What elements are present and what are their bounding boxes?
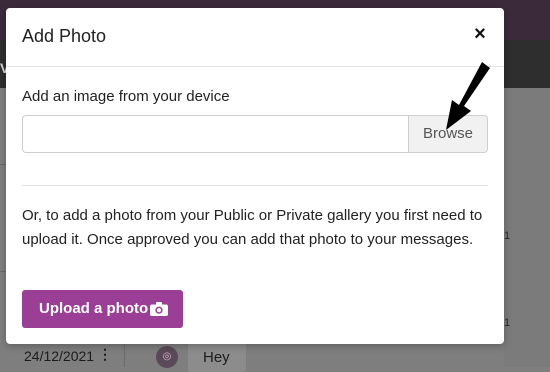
background-right-panel <box>504 88 550 367</box>
camera-icon <box>150 302 168 316</box>
upload-photo-label: Upload a photo <box>39 300 149 317</box>
arrow-annotation-icon <box>446 62 490 130</box>
background-date: 24/12/2021 <box>24 348 95 364</box>
close-icon[interactable]: × <box>470 24 490 44</box>
section-divider <box>22 185 488 186</box>
background-timestamp: 1 <box>504 317 511 329</box>
upload-photo-button[interactable]: Upload a photo <box>22 290 183 328</box>
file-field-label: Add an image from your device <box>22 88 230 105</box>
modal-header: Add Photo × <box>6 8 504 67</box>
add-photo-modal: Add Photo × Add an image from your devic… <box>6 8 504 344</box>
background-timestamp: 1 <box>504 230 511 242</box>
file-input[interactable] <box>22 115 409 153</box>
gallery-help-text: Or, to add a photo from your Public or P… <box>22 207 483 248</box>
background-menu-dots-icon: ⋮ <box>98 346 112 362</box>
background-avatar: ◎ <box>156 346 178 368</box>
modal-title: Add Photo <box>22 26 107 46</box>
background-chat-message: Hey <box>203 349 230 366</box>
